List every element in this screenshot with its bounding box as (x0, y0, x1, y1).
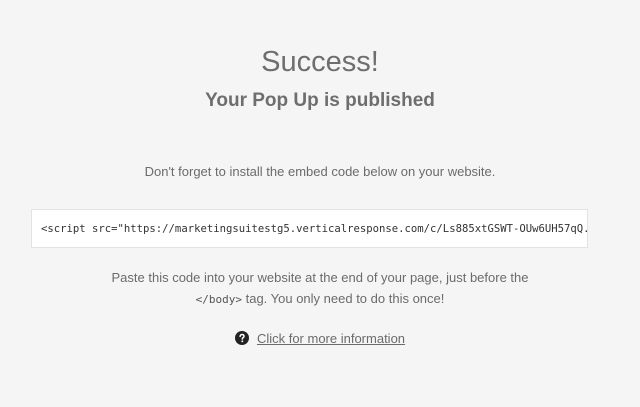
install-instruction: Don't forget to install the embed code b… (144, 164, 496, 179)
embed-code-field[interactable]: <script src="https://marketingsuitestg5.… (31, 209, 588, 248)
paste-instructions-line2: tag. You only need to do this once! (241, 291, 445, 306)
more-info-link[interactable]: Click for more information (257, 331, 405, 346)
body-tag-code: </body> (195, 293, 242, 306)
more-info-row: Click for more information (0, 329, 640, 347)
page-subtitle: Your Pop Up is published (205, 90, 435, 111)
question-circle-icon[interactable] (234, 331, 249, 345)
embed-code-text[interactable]: <script src="https://marketingsuitestg5.… (41, 222, 587, 236)
page-title: Success! (261, 46, 379, 78)
paste-instructions: Paste this code into your website at the… (0, 267, 640, 310)
success-page: Success! Your Pop Up is published Don't … (0, 0, 640, 407)
paste-instructions-line1: Paste this code into your website at the… (111, 270, 529, 285)
